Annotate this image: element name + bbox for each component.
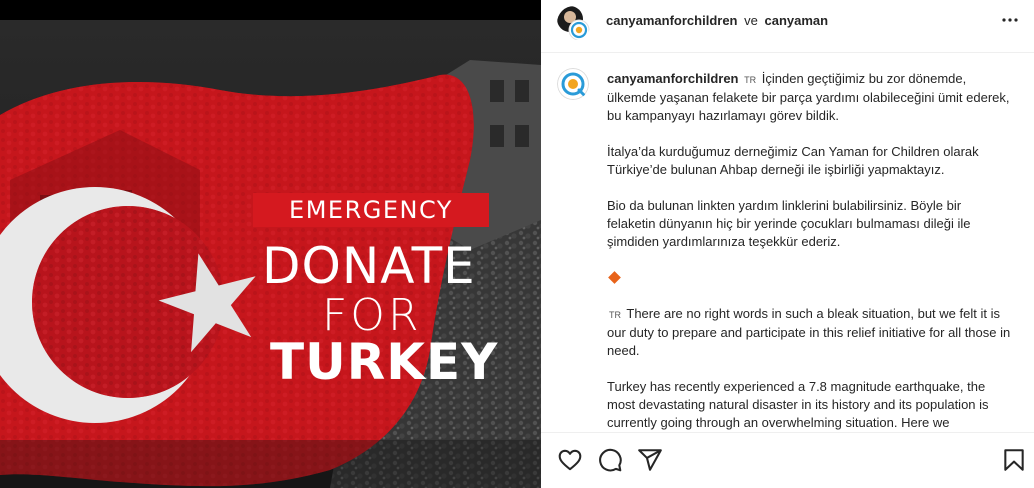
post-image[interactable]: EMERGENCY DONATE FOR TURKEY [0, 0, 541, 488]
bookmark-icon[interactable] [1001, 447, 1027, 473]
author-link-canyaman[interactable]: canyaman [764, 13, 828, 28]
avatar-image [557, 6, 590, 40]
turkey-headline: TURKEY [270, 333, 499, 391]
caption-scroll-area[interactable]: canyamanforchildren TR İçinden geçtiğimi… [541, 54, 1034, 430]
flag-tr-label: TR [744, 75, 757, 85]
flag-tr-label: TR [609, 310, 621, 320]
emergency-label: EMERGENCY [289, 196, 453, 224]
caption-paragraph: canyamanforchildren TR İçinden geçtiğimi… [607, 70, 1011, 125]
caption-paragraph: Turkey has recently experienced a 7.8 ma… [607, 379, 989, 430]
post-actions-bar [541, 432, 1034, 488]
collab-avatar[interactable] [557, 6, 591, 40]
post-header: canyamanforchildren ve canyaman [541, 0, 1034, 53]
authors-joiner: ve [744, 13, 758, 28]
heart-icon[interactable] [557, 447, 583, 473]
donate-headline: DONATE [262, 237, 476, 295]
author-link-canyamanforchildren[interactable]: canyamanforchildren [606, 13, 738, 28]
more-options-icon[interactable] [1000, 10, 1020, 30]
caption-paragraph: TR There are no right words in such a bl… [607, 305, 1011, 360]
caption-paragraph: İtalya’da kurduğumuz derneğimiz Can Yama… [607, 144, 979, 177]
caption-paragraph: Bio da bulunan linkten yardım linklerini… [607, 198, 971, 249]
caption-avatar[interactable] [557, 68, 589, 100]
orange-diamond-icon [608, 271, 621, 284]
post-authors: canyamanforchildren ve canyaman [606, 13, 828, 28]
comment-icon[interactable] [597, 447, 623, 473]
charity-logo-icon [557, 68, 589, 100]
caption-username[interactable]: canyamanforchildren [607, 71, 739, 86]
image-top-bar [0, 0, 541, 20]
caption-text-4: There are no right words in such a bleak… [607, 306, 1011, 358]
post-details-panel: canyamanforchildren ve canyaman canyaman… [541, 0, 1034, 488]
post-caption: canyamanforchildren TR İçinden geçtiğimi… [607, 70, 1011, 430]
share-icon[interactable] [637, 447, 663, 473]
caption-paragraph [607, 269, 1011, 287]
